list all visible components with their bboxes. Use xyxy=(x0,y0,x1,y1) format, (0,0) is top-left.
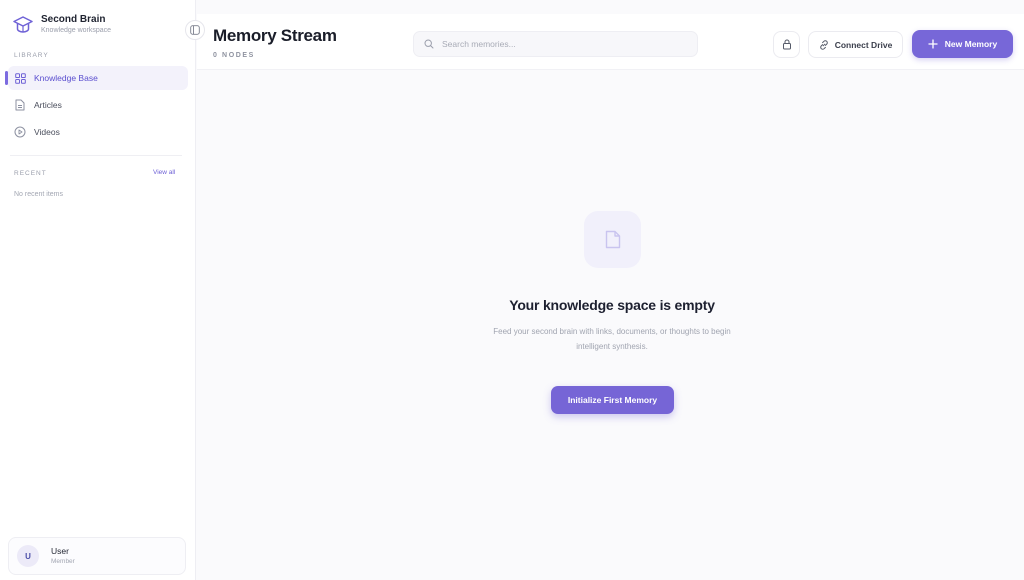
view-all-link[interactable]: View all xyxy=(153,169,175,176)
recent-empty-text: No recent items xyxy=(14,191,64,198)
plus-icon xyxy=(928,39,938,49)
user-role: Member xyxy=(51,557,75,565)
user-profile-card[interactable]: U User Member xyxy=(8,537,186,575)
lock-button[interactable] xyxy=(773,31,800,58)
empty-state-description: Feed your second brain with links, docum… xyxy=(493,327,731,351)
sidebar: Second Brain Knowledge workspace LIBRARY… xyxy=(0,0,196,580)
sidebar-item-label: Articles xyxy=(34,100,62,110)
sidebar-item-articles[interactable]: Articles xyxy=(8,93,188,117)
new-memory-label: New Memory xyxy=(944,39,998,49)
user-name: User xyxy=(51,545,69,556)
search-icon xyxy=(424,39,434,49)
main-header: Memory Stream 0 NODES Connect Drive New … xyxy=(197,14,1024,70)
sidebar-item-label: Videos xyxy=(34,127,60,137)
node-count: 0 NODES xyxy=(213,52,255,59)
brand-title: Second Brain xyxy=(41,14,106,25)
page-title: Memory Stream xyxy=(213,26,337,45)
document-icon xyxy=(605,230,620,249)
sidebar-toggle-icon xyxy=(190,25,200,35)
sidebar-divider xyxy=(10,155,182,156)
document-icon xyxy=(14,99,26,111)
brand-subtitle: Knowledge workspace xyxy=(41,27,112,34)
graduation-cap-icon xyxy=(13,16,33,33)
sidebar-item-label: Knowledge Base xyxy=(34,73,98,83)
collapse-sidebar-button[interactable] xyxy=(185,20,205,40)
search-input[interactable] xyxy=(442,39,682,49)
connect-drive-button[interactable]: Connect Drive xyxy=(808,31,903,58)
sidebar-item-videos[interactable]: Videos xyxy=(8,120,188,144)
empty-state-icon-box xyxy=(584,211,641,268)
recent-section-label: RECENT xyxy=(14,170,47,177)
lock-icon xyxy=(782,39,791,50)
empty-state-title: Your knowledge space is empty xyxy=(509,297,715,313)
connect-drive-label: Connect Drive xyxy=(834,39,893,50)
play-circle-icon xyxy=(14,126,26,138)
grid-icon xyxy=(14,72,26,84)
initialize-first-memory-button[interactable]: Initialize First Memory xyxy=(551,386,674,414)
brand[interactable]: Second Brain Knowledge workspace xyxy=(12,14,111,36)
link-icon xyxy=(819,39,829,50)
avatar: U xyxy=(17,545,39,567)
search-box[interactable] xyxy=(413,31,698,57)
library-section-label: LIBRARY xyxy=(14,52,49,59)
new-memory-button[interactable]: New Memory xyxy=(912,30,1013,58)
sidebar-item-knowledge-base[interactable]: Knowledge Base xyxy=(5,66,188,90)
